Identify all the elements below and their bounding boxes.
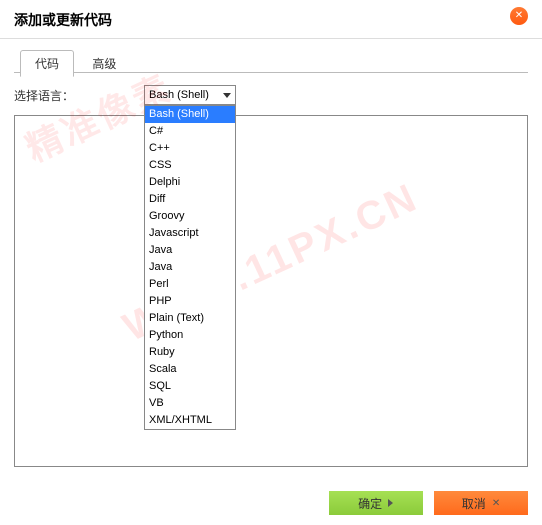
confirm-label: 确定 bbox=[358, 495, 382, 512]
language-option[interactable]: CSS bbox=[145, 157, 235, 174]
code-input[interactable] bbox=[14, 115, 528, 467]
language-option[interactable]: Java bbox=[145, 259, 235, 276]
language-option[interactable]: Groovy bbox=[145, 208, 235, 225]
confirm-button[interactable]: 确定 bbox=[329, 491, 423, 515]
language-dropdown: Bash (Shell)C#C++CSSDelphiDiffGroovyJava… bbox=[144, 105, 236, 430]
language-row: 选择语言： Bash (Shell) Bash (Shell)C#C++CSSD… bbox=[14, 85, 528, 105]
close-button[interactable]: ✕ bbox=[510, 7, 528, 25]
language-option[interactable]: PHP bbox=[145, 293, 235, 310]
language-option[interactable]: Plain (Text) bbox=[145, 310, 235, 327]
language-select[interactable]: Bash (Shell) Bash (Shell)C#C++CSSDelphiD… bbox=[144, 85, 236, 105]
language-option[interactable]: Perl bbox=[145, 276, 235, 293]
language-option[interactable]: Bash (Shell) bbox=[145, 106, 235, 123]
tab-advanced[interactable]: 高级 bbox=[77, 50, 131, 76]
dialog-header: 添加或更新代码 ✕ bbox=[0, 0, 542, 39]
language-selected-value[interactable]: Bash (Shell) bbox=[144, 85, 236, 105]
close-icon: ✕ bbox=[492, 498, 500, 509]
language-option[interactable]: Ruby bbox=[145, 344, 235, 361]
tabs: 代码 高级 bbox=[14, 49, 528, 73]
language-option[interactable]: C# bbox=[145, 123, 235, 140]
language-option[interactable]: SQL bbox=[145, 378, 235, 395]
dialog-title: 添加或更新代码 bbox=[14, 12, 112, 28]
cancel-button[interactable]: 取消 ✕ bbox=[434, 491, 528, 515]
chevron-right-icon bbox=[388, 499, 393, 507]
tab-code[interactable]: 代码 bbox=[20, 50, 74, 77]
dialog: 精准像素 WWW.11PX.CN 添加或更新代码 ✕ 代码 高级 选择语言： B… bbox=[0, 0, 542, 525]
dialog-footer: 确定 取消 ✕ bbox=[14, 491, 528, 515]
language-label: 选择语言： bbox=[14, 87, 144, 104]
dialog-body: 代码 高级 选择语言： Bash (Shell) Bash (Shell)C#C… bbox=[0, 39, 542, 470]
language-option[interactable]: Python bbox=[145, 327, 235, 344]
cancel-label: 取消 bbox=[462, 495, 486, 512]
language-option[interactable]: Delphi bbox=[145, 174, 235, 191]
language-option[interactable]: Diff bbox=[145, 191, 235, 208]
language-option[interactable]: Java bbox=[145, 242, 235, 259]
close-icon: ✕ bbox=[515, 10, 523, 21]
language-option[interactable]: XML/XHTML bbox=[145, 412, 235, 429]
language-option[interactable]: C++ bbox=[145, 140, 235, 157]
language-option[interactable]: Javascript bbox=[145, 225, 235, 242]
language-option[interactable]: VB bbox=[145, 395, 235, 412]
language-option[interactable]: Scala bbox=[145, 361, 235, 378]
